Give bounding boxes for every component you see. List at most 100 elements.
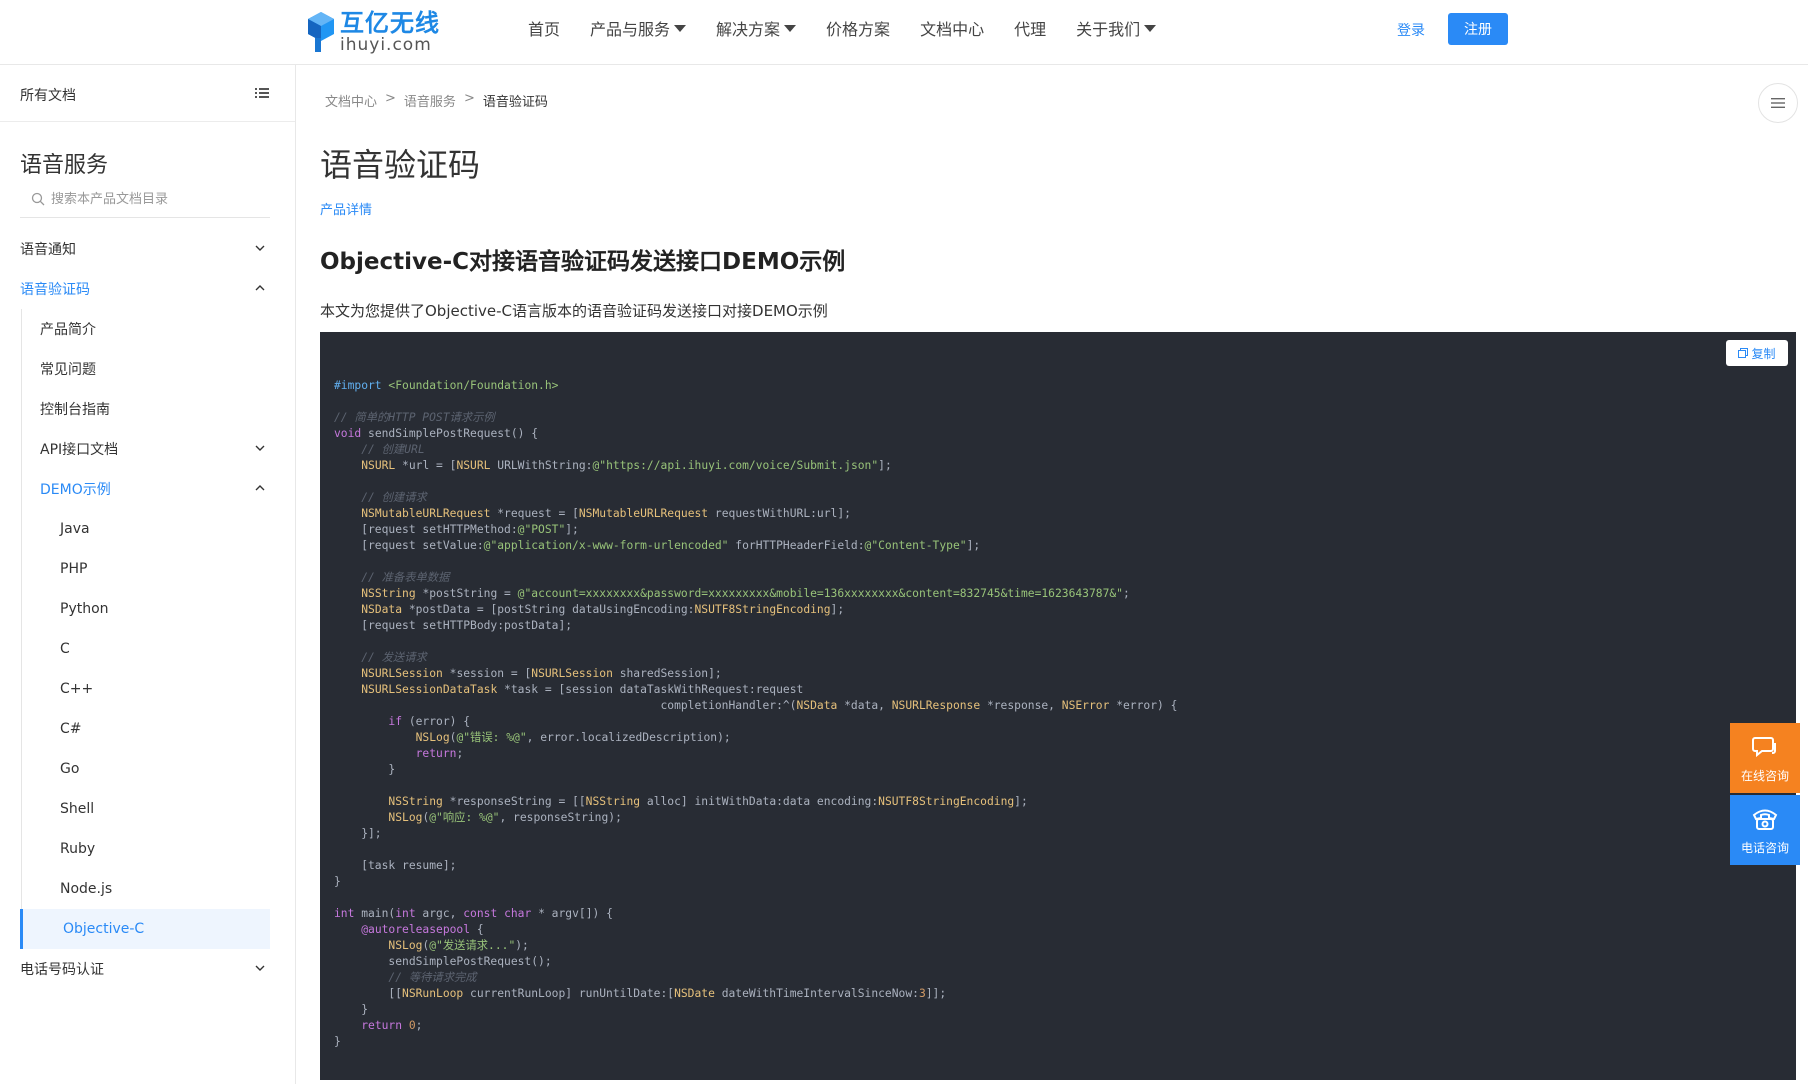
- tree-item-csharp[interactable]: C#: [0, 709, 295, 749]
- tree-item-voice-notice[interactable]: 语音通知: [0, 229, 295, 269]
- logo-en-text: ihuyi.com: [340, 34, 432, 55]
- top-navbar: 互亿无线 ihuyi.com 首页 产品与服务 解决方案 价格方案 文档中心 代…: [0, 0, 1808, 65]
- tree-item-phone-auth[interactable]: 电话号码认证: [0, 949, 295, 989]
- nav-solutions-label: 解决方案: [716, 20, 781, 39]
- sidebar-title: 语音服务: [20, 153, 109, 178]
- chevron-up-icon: [255, 485, 265, 491]
- phone-icon: [1752, 809, 1778, 830]
- chat-icon: [1752, 736, 1776, 757]
- copy-icon: [1738, 348, 1749, 358]
- search-icon: [31, 192, 45, 206]
- nav-pricing[interactable]: 价格方案: [826, 16, 890, 40]
- breadcrumb-voice-service[interactable]: 语音服务: [404, 91, 456, 110]
- toc-toggle-button[interactable]: [1758, 83, 1798, 123]
- tree-item-label: Shell: [60, 801, 95, 817]
- caret-down-icon: [1144, 24, 1157, 32]
- nav-about[interactable]: 关于我们: [1076, 16, 1157, 40]
- tree-item-label: C#: [60, 721, 82, 737]
- tree-item-label: PHP: [60, 561, 88, 577]
- tree-item-label: Node.js: [60, 881, 113, 897]
- copy-button[interactable]: 复制: [1726, 340, 1788, 366]
- copy-label: 复制: [1751, 346, 1776, 361]
- logo[interactable]: 互亿无线 ihuyi.com: [306, 8, 440, 56]
- tree-item-voice-code[interactable]: 语音验证码: [0, 269, 295, 309]
- all-docs-label: 所有文档: [20, 88, 76, 104]
- product-detail-link[interactable]: 产品详情: [320, 199, 372, 218]
- chevron-down-icon: [255, 965, 265, 971]
- logo-cn-text: 互亿无线: [340, 8, 440, 37]
- tree-item-label: Objective-C: [63, 921, 145, 937]
- code-block: 复制 #import <Foundation/Foundation.h> // …: [320, 332, 1796, 1080]
- section-heading: Objective-C对接语音验证码发送接口DEMO示例: [320, 249, 846, 275]
- tree-item-console-guide[interactable]: 控制台指南: [0, 389, 295, 429]
- tree-item-label: 产品简介: [40, 322, 96, 338]
- tree-item-label: Go: [60, 761, 80, 777]
- tree-item-api-docs[interactable]: API接口文档: [0, 429, 295, 469]
- chevron-down-icon: [255, 245, 265, 251]
- nav-agent-label: 代理: [1014, 20, 1047, 39]
- tree-item-cpp[interactable]: C++: [0, 669, 295, 709]
- caret-down-icon: [784, 24, 797, 32]
- nav-home-label: 首页: [528, 20, 561, 39]
- tree-item-label: Java: [60, 521, 90, 537]
- online-consult-label: 在线咨询: [1740, 768, 1789, 783]
- tree-item-nodejs[interactable]: Node.js: [0, 869, 295, 909]
- tree-item-label: 控制台指南: [40, 402, 110, 418]
- tree-item-label: Python: [60, 601, 109, 617]
- all-docs-bar[interactable]: 所有文档: [0, 65, 295, 122]
- tree-item-php[interactable]: PHP: [0, 549, 295, 589]
- tree-item-product-intro[interactable]: 产品简介: [0, 309, 295, 349]
- register-button[interactable]: 注册: [1448, 13, 1508, 45]
- phone-consult-button[interactable]: 电话咨询: [1730, 795, 1800, 865]
- breadcrumb-separator: >: [463, 91, 475, 106]
- list-icon[interactable]: [255, 87, 269, 99]
- nav-docs-label: 文档中心: [920, 20, 985, 39]
- sidebar-search-input[interactable]: [49, 190, 253, 208]
- nav-agent[interactable]: 代理: [1014, 16, 1046, 40]
- nav-products[interactable]: 产品与服务: [590, 16, 687, 40]
- docs-sidebar: 所有文档 语音服务 语音通知 语音验证码 产品简介 常见问题 控制台指南: [0, 65, 296, 1084]
- tree-item-go[interactable]: Go: [0, 749, 295, 789]
- chevron-down-icon: [255, 445, 265, 451]
- breadcrumb-docs-center[interactable]: 文档中心: [325, 91, 377, 110]
- nav-home[interactable]: 首页: [528, 16, 560, 40]
- login-link[interactable]: 登录: [1397, 20, 1425, 40]
- breadcrumb-current: 语音验证码: [482, 95, 548, 110]
- tree-item-java[interactable]: Java: [0, 509, 295, 549]
- breadcrumb-separator: >: [385, 91, 396, 106]
- tree-item-label: DEMO示例: [40, 482, 111, 498]
- tree-item-faq[interactable]: 常见问题: [0, 349, 295, 389]
- tree-item-shell[interactable]: Shell: [0, 789, 295, 829]
- tree-item-label: C: [60, 641, 70, 657]
- tree-item-label: 常见问题: [40, 362, 96, 378]
- intro-text: 本文为您提供了Objective-C语言版本的语音验证码发送接口对接DEMO示例: [320, 302, 828, 320]
- voice-code-children: 产品简介 常见问题 控制台指南 API接口文档 DEMO示例 Java PHP …: [0, 309, 295, 949]
- nav-solutions[interactable]: 解决方案: [716, 16, 797, 40]
- nav-about-label: 关于我们: [1076, 20, 1141, 39]
- sidebar-search: [20, 181, 270, 218]
- tree-item-c[interactable]: C: [0, 629, 295, 669]
- tree-item-label: C++: [60, 681, 94, 697]
- chevron-up-icon: [255, 285, 265, 291]
- nav-products-label: 产品与服务: [590, 20, 671, 39]
- doc-tree: 语音通知 语音验证码 产品简介 常见问题 控制台指南 API接口文档 DEMO示…: [0, 229, 295, 989]
- nav-pricing-label: 价格方案: [826, 20, 891, 39]
- breadcrumb: 文档中心 > 语音服务 > 语音验证码: [325, 91, 556, 110]
- tree-item-label: 电话号码认证: [20, 962, 104, 978]
- code-content: #import <Foundation/Foundation.h> // 简单的…: [334, 379, 1178, 1048]
- tree-item-label: 语音通知: [20, 242, 76, 258]
- logo-cube-icon: [308, 12, 334, 52]
- phone-consult-label: 电话咨询: [1740, 840, 1789, 855]
- tree-item-label: Ruby: [60, 841, 96, 857]
- tree-item-ruby[interactable]: Ruby: [0, 829, 295, 869]
- tree-item-python[interactable]: Python: [0, 589, 295, 629]
- caret-down-icon: [674, 24, 687, 32]
- tree-item-label: 语音验证码: [20, 282, 90, 298]
- tree-item-objective-c[interactable]: Objective-C: [20, 909, 270, 949]
- online-consult-button[interactable]: 在线咨询: [1730, 723, 1800, 793]
- page-title: 语音验证码: [320, 146, 481, 184]
- nav-docs[interactable]: 文档中心: [920, 16, 984, 40]
- tree-item-label: API接口文档: [40, 442, 119, 458]
- menu-icon: [1771, 98, 1785, 108]
- tree-item-demo[interactable]: DEMO示例: [0, 469, 295, 509]
